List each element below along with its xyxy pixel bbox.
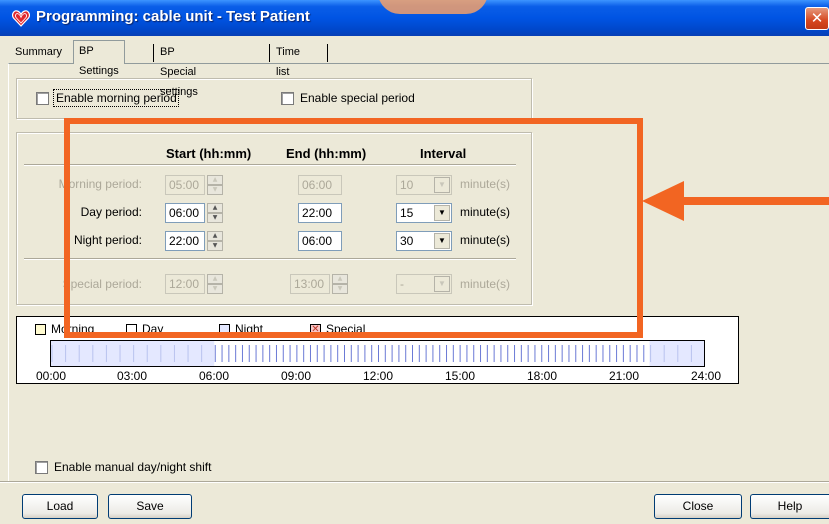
tab-separator	[327, 44, 328, 62]
timeline-night-band	[649, 341, 704, 366]
timeline-label-06: 06:00	[199, 369, 230, 383]
close-button[interactable]: Close	[654, 494, 742, 519]
timeline-label-09: 09:00	[281, 369, 312, 383]
title-bar[interactable]: Programming: cable unit - Test Patient ✕	[0, 0, 829, 36]
close-window-button[interactable]: ✕	[805, 7, 829, 30]
annotation-arrow-head	[642, 181, 684, 221]
day-night-timeline	[50, 340, 705, 367]
annotation-arrow-shaft	[670, 197, 829, 205]
tab-separator	[269, 44, 270, 62]
timeline-label-18: 18:00	[527, 369, 558, 383]
tab-separator	[153, 44, 154, 62]
annotation-shape	[378, 0, 488, 14]
timeline-label-24: 24:00	[691, 369, 722, 383]
timeline-label-00: 00:00	[36, 369, 67, 383]
timeline-label-21: 21:00	[609, 369, 640, 383]
manual-shift-label[interactable]: Enable manual day/night shift	[54, 460, 211, 474]
timeline-label-12: 12:00	[363, 369, 394, 383]
tab-bp-settings[interactable]: BP Settings	[73, 40, 125, 77]
enable-morning-checkbox[interactable]	[36, 92, 49, 105]
heart-icon	[12, 10, 30, 27]
timeline-label-03: 03:00	[117, 369, 148, 383]
legend-morning-swatch	[35, 324, 46, 335]
programming-window: Programming: cable unit - Test Patient ✕…	[0, 0, 829, 524]
tab-time-list[interactable]: Time list	[271, 42, 305, 78]
timeline-night-band	[51, 341, 215, 366]
manual-shift-checkbox[interactable]	[35, 461, 48, 474]
bottom-divider	[0, 481, 829, 483]
annotation-highlight-box	[64, 118, 643, 338]
enable-morning-label[interactable]: Enable morning period	[56, 91, 177, 105]
timeline-label-15: 15:00	[445, 369, 476, 383]
enable-special-checkbox[interactable]	[281, 92, 294, 105]
save-button[interactable]: Save	[108, 494, 192, 519]
window-title: Programming: cable unit - Test Patient	[36, 8, 310, 25]
tab-summary[interactable]: Summary	[10, 42, 67, 64]
load-button[interactable]: Load	[22, 494, 98, 519]
enable-special-label[interactable]: Enable special period	[300, 91, 415, 105]
tab-bp-special-settings[interactable]: BP Special settings	[155, 42, 203, 98]
timeline-day-band	[214, 341, 650, 366]
help-button[interactable]: Help	[750, 494, 829, 519]
timeline-ticks	[51, 341, 704, 366]
